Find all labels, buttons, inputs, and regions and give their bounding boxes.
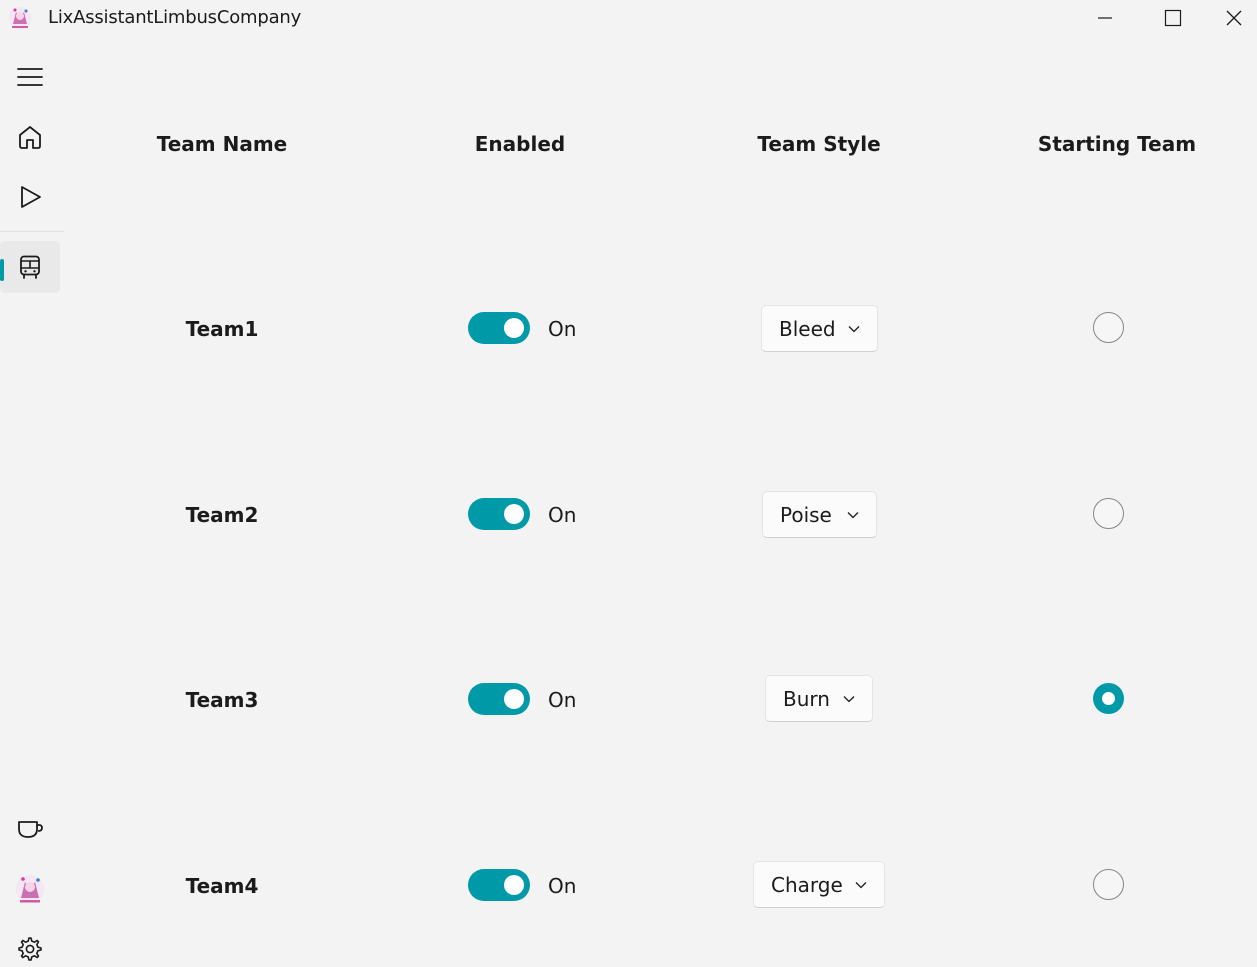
maximize-icon	[1164, 9, 1182, 27]
close-button[interactable]	[1210, 0, 1257, 36]
team-style-dropdown[interactable]: Charge	[753, 861, 885, 908]
header-team-name: Team Name	[156, 132, 288, 156]
nav-item-profile[interactable]	[0, 863, 60, 915]
enabled-toggle[interactable]	[468, 498, 530, 530]
header-starting-team: Starting Team	[1037, 132, 1197, 156]
team-style-dropdown[interactable]: Burn	[765, 675, 873, 722]
bus-icon	[20, 255, 40, 279]
hamburger-menu-button[interactable]	[0, 51, 60, 103]
app-logo-icon	[9, 7, 31, 29]
toggle-state-label: On	[548, 317, 577, 341]
chevron-down-icon	[847, 512, 859, 519]
title-bar: LixAssistantLimbusCompany	[0, 0, 1257, 38]
nav-item-run[interactable]	[0, 171, 60, 223]
dropdown-value: Charge	[771, 872, 843, 897]
chevron-down-icon	[848, 326, 860, 333]
window-title: LixAssistantLimbusCompany	[48, 7, 302, 28]
enabled-toggle[interactable]	[468, 683, 530, 715]
toggle-state-label: On	[548, 874, 577, 898]
toggle-state-label: On	[548, 503, 577, 527]
close-icon	[1226, 10, 1241, 26]
team-name: Team2	[185, 503, 259, 527]
nav-item-settings[interactable]	[0, 923, 60, 967]
team-name: Team4	[185, 874, 259, 898]
toggle-knob	[504, 875, 524, 895]
nav-item-teams[interactable]	[0, 241, 60, 293]
maximize-button[interactable]	[1143, 0, 1203, 36]
team-name: Team3	[185, 688, 259, 712]
starting-team-radio[interactable]	[1093, 498, 1124, 529]
minimize-button[interactable]	[1075, 0, 1135, 36]
toggle-knob	[504, 318, 524, 338]
toggle-knob	[504, 689, 524, 709]
starting-team-radio[interactable]	[1093, 312, 1124, 343]
play-icon	[21, 186, 41, 208]
toggle-knob	[504, 504, 524, 524]
chevron-down-icon	[843, 696, 855, 703]
nav-item-home[interactable]	[0, 111, 60, 163]
team-name: Team1	[185, 317, 259, 341]
starting-team-radio[interactable]	[1093, 683, 1124, 714]
coffee-cup-icon	[18, 821, 43, 838]
header-enabled: Enabled	[474, 132, 566, 156]
sidebar-divider	[0, 231, 64, 232]
toggle-state-label: On	[548, 688, 577, 712]
enabled-toggle[interactable]	[468, 312, 530, 344]
dropdown-value: Burn	[783, 686, 830, 711]
home-icon	[19, 126, 41, 149]
team-style-dropdown[interactable]: Poise	[762, 491, 877, 538]
enabled-toggle[interactable]	[468, 869, 530, 901]
gear-icon	[18, 937, 42, 961]
header-team-style: Team Style	[757, 132, 881, 156]
dropdown-value: Poise	[780, 502, 832, 527]
dropdown-value: Bleed	[779, 316, 836, 341]
radio-selected-dot	[1102, 692, 1115, 705]
nav-item-donate[interactable]	[0, 803, 60, 855]
minimize-icon	[1098, 17, 1112, 19]
team-style-dropdown[interactable]: Bleed	[761, 305, 878, 352]
chevron-down-icon	[855, 882, 867, 889]
avatar-icon	[16, 875, 44, 903]
selection-indicator	[0, 259, 4, 281]
starting-team-radio[interactable]	[1093, 869, 1124, 900]
hamburger-menu-icon	[17, 68, 43, 86]
